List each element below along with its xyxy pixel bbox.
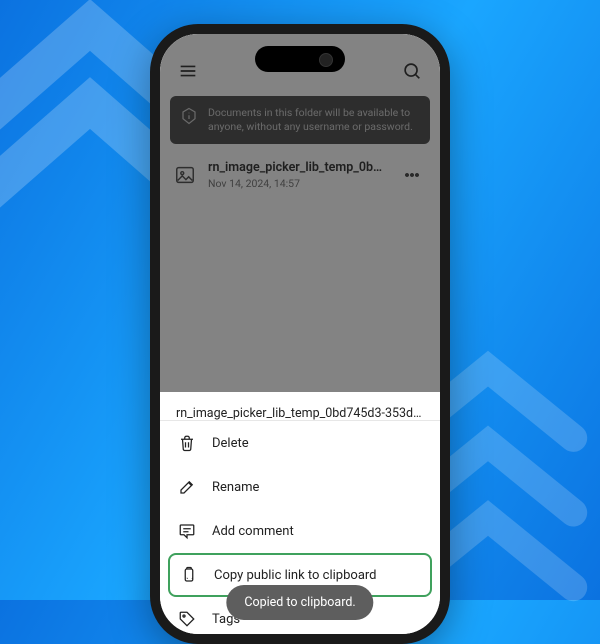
public-folder-banner: Documents in this folder will be availab… (170, 96, 430, 144)
empty-area (160, 200, 440, 350)
clipboard-icon (180, 566, 198, 584)
tag-icon (178, 610, 196, 628)
menu-item-delete[interactable]: Delete (160, 421, 440, 465)
sheet-title: rn_image_picker_lib_temp_0bd745d3-353d-4… (160, 392, 440, 421)
file-date: Nov 14, 2024, 14:57 (208, 177, 386, 190)
pencil-icon (178, 478, 196, 496)
file-name: rn_image_picker_lib_temp_0bd7… (208, 160, 386, 175)
trash-icon (178, 434, 196, 452)
menu-item-add-comment[interactable]: Add comment (160, 509, 440, 553)
banner-text: Documents in this folder will be availab… (208, 106, 420, 134)
file-list-item[interactable]: rn_image_picker_lib_temp_0bd7… Nov 14, 2… (160, 150, 440, 200)
comment-icon (178, 522, 196, 540)
toast-text: Copied to clipboard. (244, 595, 355, 610)
toast-copied: Copied to clipboard. (226, 585, 373, 620)
menu-label: Rename (212, 480, 259, 495)
hamburger-menu-icon[interactable] (174, 57, 202, 85)
info-hexagon-icon (180, 107, 198, 125)
app-screen: Documents in this folder will be availab… (160, 34, 440, 634)
menu-label: Copy public link to clipboard (214, 568, 377, 583)
menu-item-rename[interactable]: Rename (160, 465, 440, 509)
file-more-icon[interactable] (398, 161, 426, 189)
image-file-icon (174, 164, 196, 186)
search-icon[interactable] (398, 57, 426, 85)
menu-label: Delete (212, 436, 249, 451)
menu-label: Add comment (212, 524, 294, 539)
dynamic-island (255, 46, 345, 72)
phone-frame: Documents in this folder will be availab… (150, 24, 450, 644)
